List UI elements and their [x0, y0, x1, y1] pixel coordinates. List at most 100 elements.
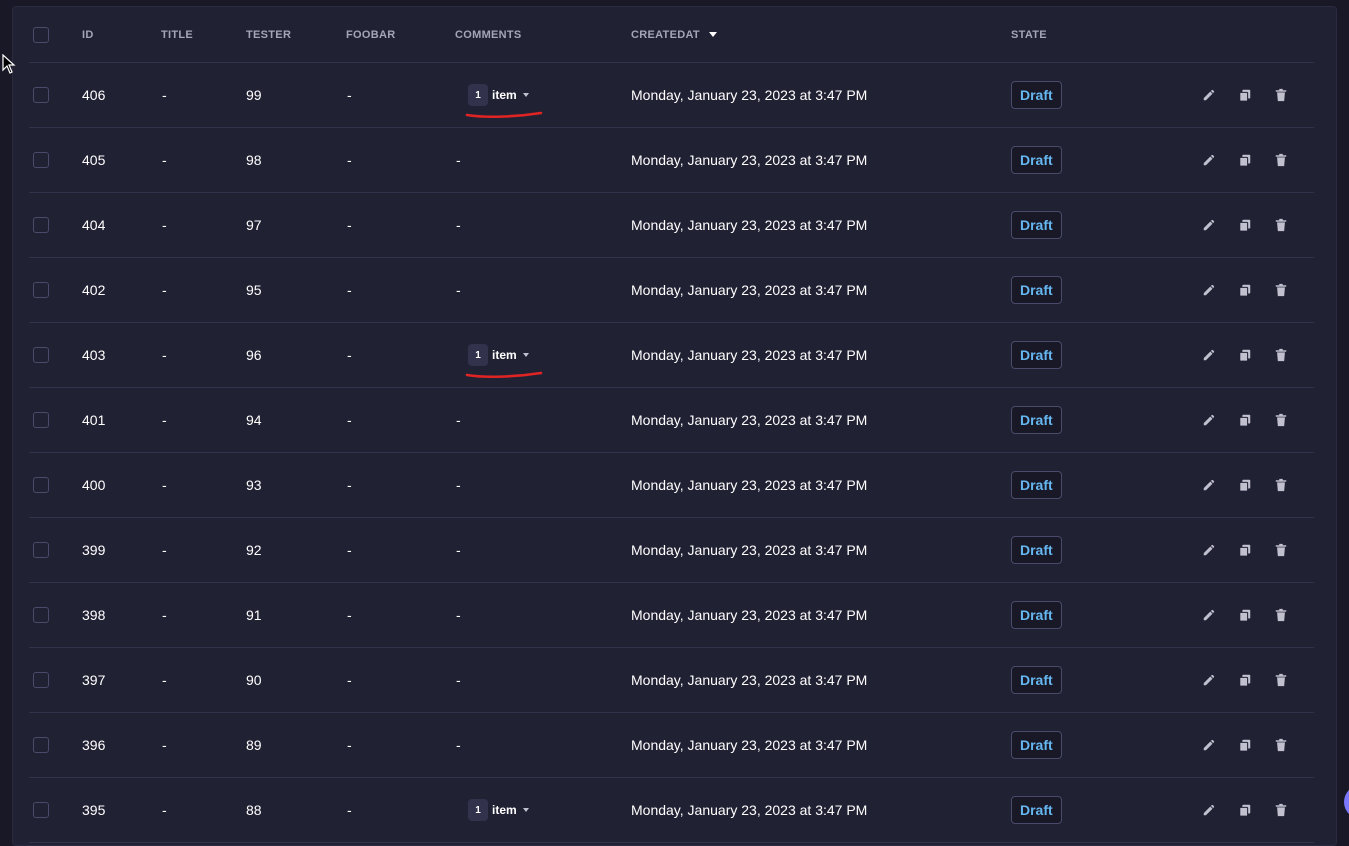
row-title: -: [162, 542, 167, 558]
row-createdat: Monday, January 23, 2023 at 3:47 PM: [631, 607, 868, 623]
table-row[interactable]: 406 - 99 - 1 item Monday, January 23, 2023 at …: [29, 63, 1314, 128]
status-badge: Draft: [1011, 536, 1062, 564]
row-comments: -: [456, 453, 461, 517]
duplicate-icon[interactable]: [1237, 672, 1253, 688]
status-badge: Draft: [1011, 81, 1062, 109]
duplicate-icon[interactable]: [1237, 737, 1253, 753]
duplicate-icon[interactable]: [1237, 607, 1253, 623]
trash-icon[interactable]: [1273, 542, 1289, 558]
pencil-icon[interactable]: [1201, 802, 1217, 818]
pencil-icon[interactable]: [1201, 607, 1217, 623]
table-row[interactable]: 402 - 95 - - Monday, January 23, 2023 at 3:47…: [29, 258, 1314, 323]
row-select-checkbox[interactable]: [33, 672, 49, 688]
row-actions: [1201, 778, 1309, 842]
trash-icon[interactable]: [1273, 672, 1289, 688]
duplicate-icon[interactable]: [1237, 152, 1253, 168]
table-row[interactable]: 401 - 94 - - Monday, January 23, 2023 at 3:47…: [29, 388, 1314, 453]
duplicate-icon[interactable]: [1237, 542, 1253, 558]
row-id: 397: [82, 672, 106, 688]
row-select-checkbox[interactable]: [33, 802, 49, 818]
row-select-checkbox[interactable]: [33, 217, 49, 233]
column-header-title[interactable]: TITLE: [161, 7, 193, 62]
pencil-icon[interactable]: [1201, 412, 1217, 428]
row-select-cell: [33, 713, 49, 777]
trash-icon[interactable]: [1273, 412, 1289, 428]
trash-icon[interactable]: [1273, 152, 1289, 168]
row-select-checkbox[interactable]: [33, 737, 49, 753]
duplicate-icon[interactable]: [1237, 87, 1253, 103]
comments-relation-dropdown[interactable]: 1 item: [468, 799, 529, 821]
duplicate-icon[interactable]: [1237, 412, 1253, 428]
table-row[interactable]: 400 - 93 - - Monday, January 23, 2023 at 3:47…: [29, 453, 1314, 518]
table-row[interactable]: 403 - 96 - 1 item Monday, January 23, 2023 at …: [29, 323, 1314, 388]
row-select-checkbox[interactable]: [33, 87, 49, 103]
row-comments: -: [456, 258, 461, 322]
trash-icon[interactable]: [1273, 477, 1289, 493]
trash-icon[interactable]: [1273, 282, 1289, 298]
table-row[interactable]: 395 - 88 - 1 item Monday, January 23, 2023 at …: [29, 778, 1314, 843]
duplicate-icon[interactable]: [1237, 282, 1253, 298]
table-row[interactable]: 396 - 89 - - Monday, January 23, 2023 at 3:47…: [29, 713, 1314, 778]
pencil-icon[interactable]: [1201, 282, 1217, 298]
row-createdat: Monday, January 23, 2023 at 3:47 PM: [631, 412, 868, 428]
trash-icon[interactable]: [1273, 87, 1289, 103]
row-comments: -: [456, 388, 461, 452]
table-row[interactable]: 405 - 98 - - Monday, January 23, 2023 at 3:47…: [29, 128, 1314, 193]
table-row[interactable]: 397 - 90 - - Monday, January 23, 2023 at 3:47…: [29, 648, 1314, 713]
trash-icon[interactable]: [1273, 217, 1289, 233]
row-tester: 99: [246, 87, 262, 103]
table-row[interactable]: 398 - 91 - - Monday, January 23, 2023 at 3:47…: [29, 583, 1314, 648]
pencil-icon[interactable]: [1201, 87, 1217, 103]
duplicate-icon[interactable]: [1237, 477, 1253, 493]
chevron-down-icon: [522, 808, 529, 812]
row-title: -: [162, 737, 167, 753]
row-select-cell: [33, 193, 49, 257]
comments-value: -: [456, 282, 461, 298]
row-select-checkbox[interactable]: [33, 607, 49, 623]
duplicate-icon[interactable]: [1237, 347, 1253, 363]
pencil-icon[interactable]: [1201, 477, 1217, 493]
row-select-checkbox[interactable]: [33, 282, 49, 298]
floating-action-circle[interactable]: [1344, 785, 1349, 819]
trash-icon[interactable]: [1273, 737, 1289, 753]
row-select-checkbox[interactable]: [33, 347, 49, 363]
select-all-checkbox[interactable]: [33, 26, 49, 43]
pencil-icon[interactable]: [1201, 217, 1217, 233]
row-foobar: -: [347, 477, 352, 493]
row-select-checkbox[interactable]: [33, 412, 49, 428]
comments-relation-dropdown[interactable]: 1 item: [465, 344, 543, 379]
column-header-id[interactable]: ID: [82, 7, 94, 62]
status-badge: Draft: [1011, 146, 1062, 174]
row-select-checkbox[interactable]: [33, 152, 49, 168]
pencil-icon[interactable]: [1201, 737, 1217, 753]
pencil-icon[interactable]: [1201, 542, 1217, 558]
row-foobar: -: [347, 282, 352, 298]
row-id: 399: [82, 542, 106, 558]
pencil-icon[interactable]: [1201, 152, 1217, 168]
table-header: ID TITLE TESTER FOOBAR COMMENTS CREATEDA…: [29, 7, 1314, 63]
comments-relation-dropdown[interactable]: 1 item: [465, 84, 543, 119]
row-select-checkbox[interactable]: [33, 542, 49, 558]
row-comments: -: [456, 128, 461, 192]
row-select-checkbox[interactable]: [33, 477, 49, 493]
row-foobar: -: [347, 412, 352, 428]
column-header-comments[interactable]: COMMENTS: [455, 7, 522, 62]
trash-icon[interactable]: [1273, 347, 1289, 363]
pencil-icon[interactable]: [1201, 347, 1217, 363]
row-select-cell: [33, 63, 49, 127]
comments-count-badge: 1: [468, 799, 488, 821]
row-tester: 93: [246, 477, 262, 493]
table-row[interactable]: 404 - 97 - - Monday, January 23, 2023 at 3:47…: [29, 193, 1314, 258]
trash-icon[interactable]: [1273, 802, 1289, 818]
column-header-tester[interactable]: TESTER: [246, 7, 291, 62]
table-row[interactable]: 399 - 92 - - Monday, January 23, 2023 at 3:47…: [29, 518, 1314, 583]
duplicate-icon[interactable]: [1237, 802, 1253, 818]
column-header-state[interactable]: STATE: [1011, 7, 1047, 62]
trash-icon[interactable]: [1273, 607, 1289, 623]
column-header-foobar[interactable]: FOOBAR: [346, 7, 395, 62]
row-comments: -: [456, 648, 461, 712]
pencil-icon[interactable]: [1201, 672, 1217, 688]
duplicate-icon[interactable]: [1237, 217, 1253, 233]
row-state-cell: Draft: [1011, 193, 1062, 257]
column-header-createdat[interactable]: CREATEDAT: [631, 7, 717, 62]
